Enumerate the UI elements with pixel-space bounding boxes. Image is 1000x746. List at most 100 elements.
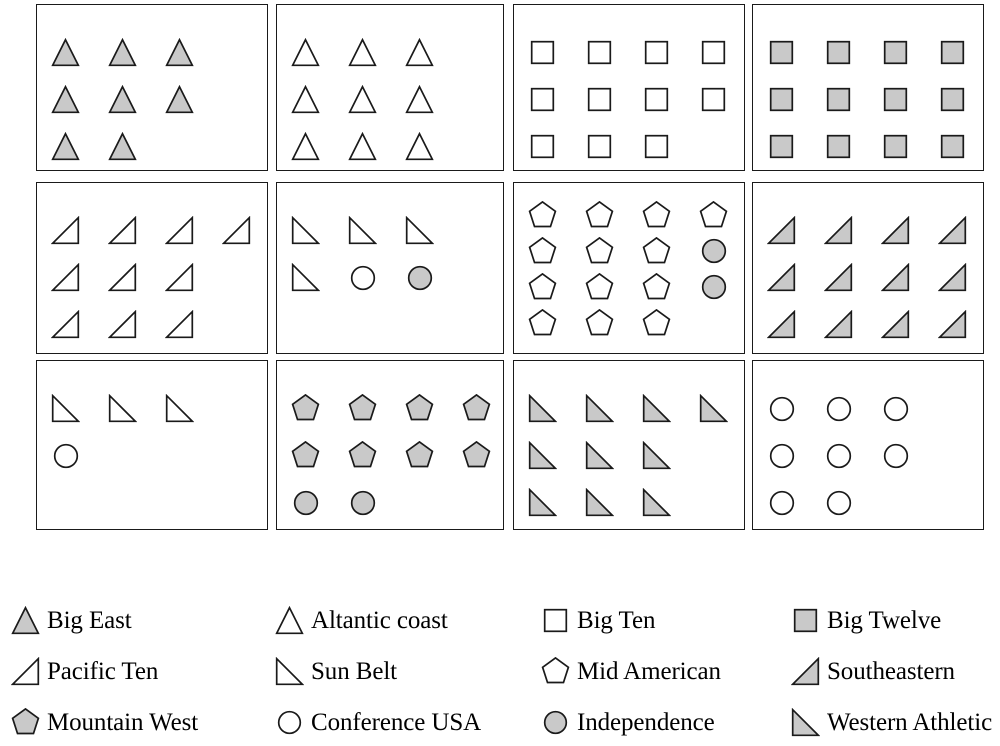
legend-label: Mountain West (47, 708, 199, 736)
open-triangle-up-icon (277, 132, 334, 161)
filled-right-triangle-up-icon (867, 216, 924, 245)
open-right-triangle-down-icon (277, 263, 334, 292)
filled-right-triangle-down-icon (628, 441, 685, 470)
panel-7-content (514, 183, 744, 353)
legend-label: Big East (47, 606, 132, 634)
filled-circle-icon (538, 705, 572, 739)
open-right-triangle-up-icon (8, 654, 42, 688)
filled-triangle-up-icon (37, 85, 94, 114)
filled-right-triangle-down-icon (514, 394, 571, 423)
symbol-row (37, 385, 267, 432)
open-pentagon-icon (571, 236, 628, 266)
filled-square-icon (867, 87, 924, 112)
filled-right-triangle-up-icon (810, 310, 867, 339)
filled-triangle-up-icon (8, 603, 42, 637)
symbol-row (753, 254, 983, 301)
panel-3-content (514, 5, 744, 170)
filled-square-icon (810, 134, 867, 159)
filled-right-triangle-up-icon (810, 216, 867, 245)
panel-12 (752, 360, 984, 530)
symbol-row (514, 479, 744, 526)
legend-item: Conference USA (272, 698, 481, 746)
open-triangle-up-icon (391, 38, 448, 67)
open-square-icon (628, 87, 685, 112)
panel-8-content (753, 183, 983, 353)
open-right-triangle-up-icon (94, 216, 151, 245)
open-pentagon-icon (514, 236, 571, 266)
open-pentagon-icon (685, 200, 742, 230)
open-triangle-up-icon (334, 85, 391, 114)
open-circle-icon (37, 443, 94, 469)
legend-item: Independence (538, 698, 715, 746)
open-circle-icon (810, 443, 867, 469)
legend-label: Western Athletic (827, 708, 993, 736)
open-square-icon (685, 87, 742, 112)
open-square-icon (571, 87, 628, 112)
filled-square-icon (753, 134, 810, 159)
open-right-triangle-down-icon (151, 394, 208, 423)
symbol-row (514, 305, 744, 341)
filled-right-triangle-up-icon (753, 263, 810, 292)
panel-3 (513, 4, 745, 171)
filled-square-icon (924, 134, 981, 159)
panel-10-content (277, 361, 503, 529)
open-circle-icon (810, 490, 867, 516)
open-pentagon-icon (514, 200, 571, 230)
filled-right-triangle-up-icon (867, 263, 924, 292)
panel-5 (36, 182, 268, 354)
panel-12-content (753, 361, 983, 529)
open-pentagon-icon (538, 654, 572, 688)
filled-right-triangle-up-icon (753, 310, 810, 339)
open-right-triangle-down-icon (334, 216, 391, 245)
open-right-triangle-up-icon (37, 310, 94, 339)
filled-right-triangle-up-icon (788, 654, 822, 688)
filled-pentagon-icon (391, 394, 448, 423)
legend-label: Mid American (577, 657, 721, 685)
filled-right-triangle-up-icon (924, 310, 981, 339)
panel-grid (0, 0, 1000, 540)
symbol-row (514, 269, 744, 305)
panel-6-content (277, 183, 503, 353)
filled-pentagon-icon (277, 441, 334, 470)
open-square-icon (514, 87, 571, 112)
filled-circle-icon (685, 274, 742, 300)
panel-11 (513, 360, 745, 530)
filled-right-triangle-up-icon (810, 263, 867, 292)
symbol-row (514, 76, 744, 123)
open-circle-icon (334, 265, 391, 291)
open-square-icon (628, 134, 685, 159)
symbol-row (277, 29, 503, 76)
open-square-icon (514, 40, 571, 65)
panel-2-content (277, 5, 503, 170)
open-circle-icon (867, 443, 924, 469)
symbol-row (277, 479, 503, 526)
filled-square-icon (753, 87, 810, 112)
filled-square-icon (867, 40, 924, 65)
open-circle-icon (810, 396, 867, 422)
symbol-row (37, 123, 267, 170)
open-square-icon (571, 134, 628, 159)
filled-pentagon-icon (277, 394, 334, 423)
filled-circle-icon (685, 238, 742, 264)
open-triangle-up-icon (277, 38, 334, 67)
open-triangle-up-icon (334, 132, 391, 161)
symbol-row (753, 479, 983, 526)
filled-right-triangle-down-icon (514, 488, 571, 517)
filled-square-icon (753, 40, 810, 65)
open-square-icon (628, 40, 685, 65)
open-pentagon-icon (628, 200, 685, 230)
symbol-row (514, 197, 744, 233)
symbol-row (37, 29, 267, 76)
legend-row: Mountain West Conference USA Independence W… (0, 698, 1000, 746)
filled-triangle-up-icon (151, 38, 208, 67)
symbol-row (514, 233, 744, 269)
legend-label: Southeastern (827, 657, 955, 685)
filled-right-triangle-down-icon (788, 705, 822, 739)
filled-pentagon-icon (334, 441, 391, 470)
open-pentagon-icon (628, 236, 685, 266)
legend-item: Big Twelve (788, 596, 941, 644)
symbol-row (37, 301, 267, 348)
legend: Big East Altantic coast Big Ten Big Twelve P… (0, 540, 1000, 744)
legend-label: Big Twelve (827, 606, 942, 634)
open-triangle-up-icon (391, 85, 448, 114)
